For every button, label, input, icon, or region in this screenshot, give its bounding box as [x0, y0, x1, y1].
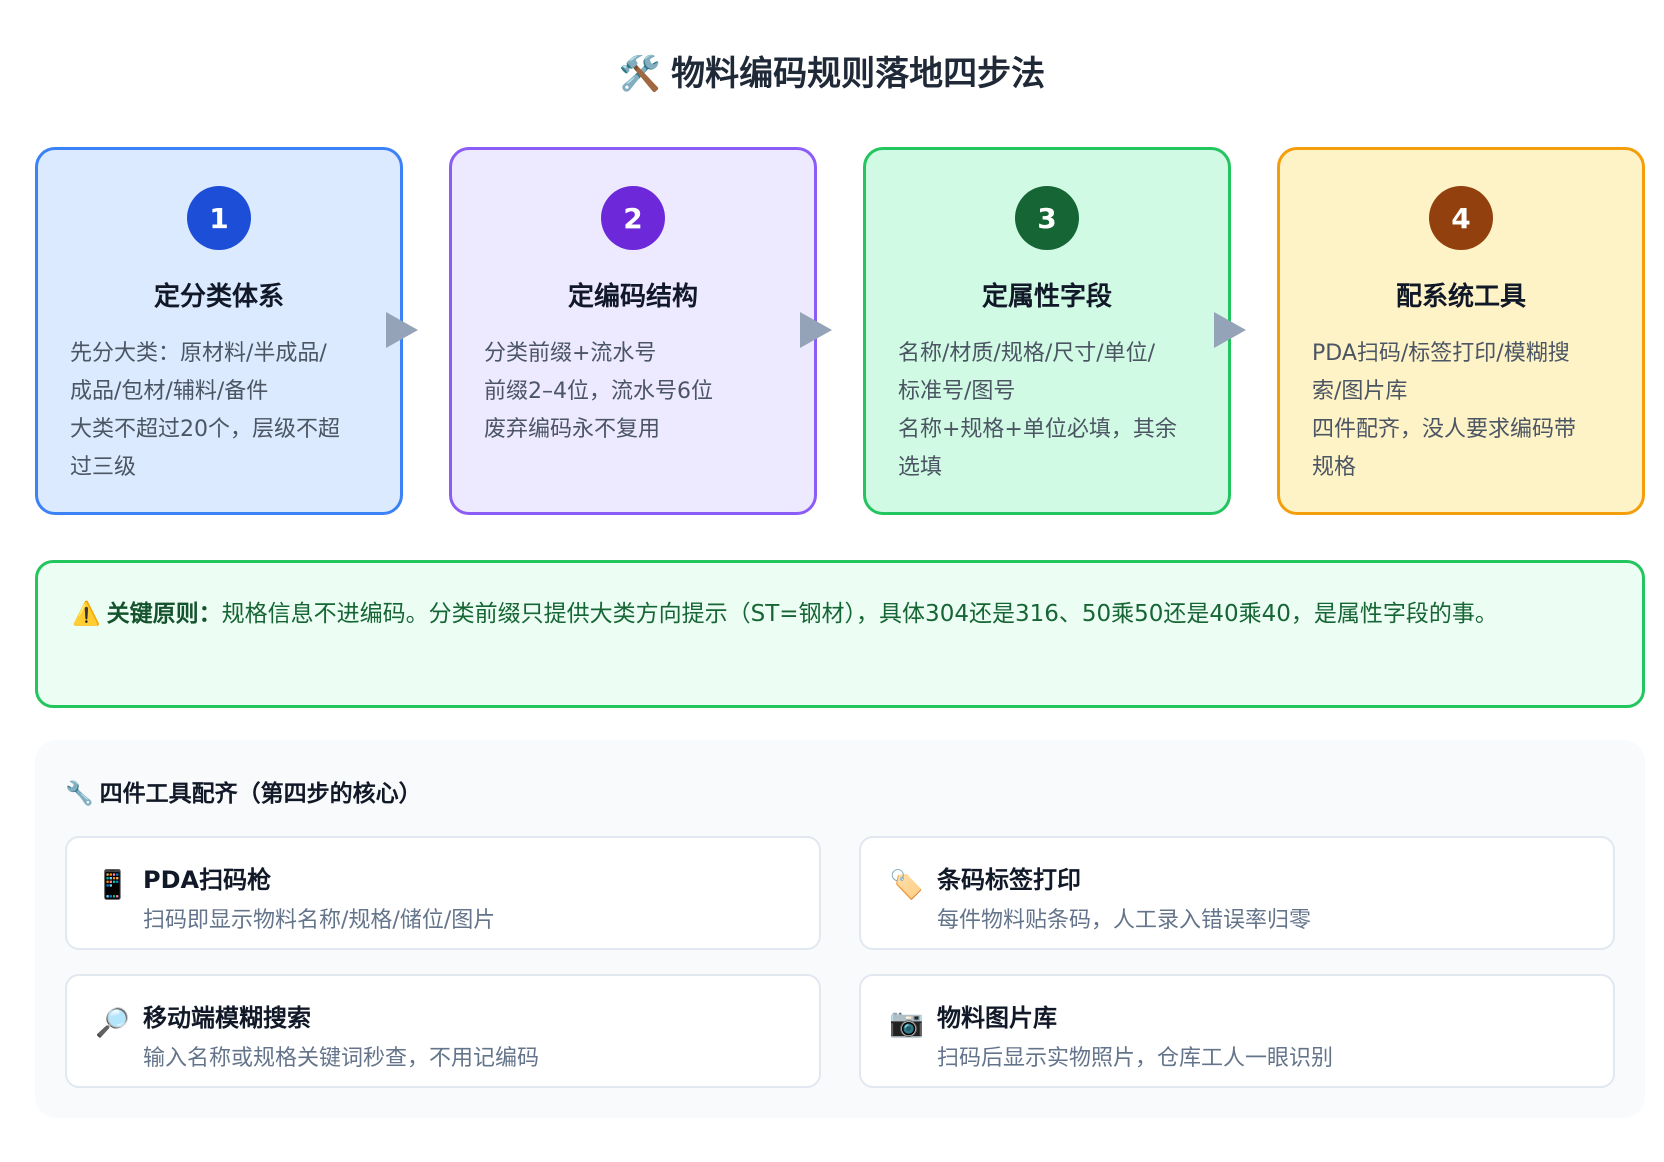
- tools-panel-title: 🔧 四件工具配齐（第四步的核心）: [65, 774, 422, 808]
- step-title: 定属性字段: [981, 282, 1112, 312]
- step-line: 前缀2–4位，流水号6位: [484, 379, 713, 404]
- tool-card-image-library: 📷 物料图片库 扫码后显示实物照片，仓库工人一眼识别: [859, 974, 1615, 1088]
- key-principle-callout: ⚠️ 关键原则：规格信息不进编码。分类前缀只提供大类方向提示（ST=钢材），具体3…: [35, 560, 1645, 708]
- step-line: 先分大类：原材料/半成品/: [70, 341, 327, 366]
- tool-card-pda: 📱 PDA扫码枪 扫码即显示物料名称/规格/储位/图片: [65, 836, 821, 950]
- key-principle-label: 关键原则：: [106, 601, 222, 627]
- step-card-4: 4 配系统工具 PDA扫码/标签打印/模糊搜 索/图片库 四件配齐，没人要求编码…: [1277, 147, 1645, 515]
- tool-name: 物料图片库: [937, 1004, 1057, 1032]
- step-line: 标准号/图号: [898, 379, 1016, 404]
- step-card-3: 3 定属性字段 名称/材质/规格/尺寸/单位/ 标准号/图号 名称+规格+单位必…: [863, 147, 1231, 515]
- step-body: 先分大类：原材料/半成品/ 成品/包材/辅料/备件 大类不超过20个，层级不超 …: [70, 335, 368, 487]
- label-tag-icon: 🏷️: [889, 868, 924, 901]
- magnifier-icon: 🔎: [95, 1006, 130, 1039]
- step-title: 配系统工具: [1395, 282, 1526, 312]
- page-title-text: 物料编码规则落地四步法: [671, 54, 1046, 94]
- step-line: 过三级: [70, 455, 137, 480]
- tool-desc: 输入名称或规格关键词秒查，不用记编码: [143, 1046, 540, 1071]
- tool-name: 条码标签打印: [937, 866, 1081, 894]
- tool-name: PDA扫码枪: [143, 866, 272, 894]
- tools-panel: 🔧 四件工具配齐（第四步的核心） 📱 PDA扫码枪 扫码即显示物料名称/规格/储位…: [35, 740, 1645, 1118]
- step-line: PDA扫码/标签打印/模糊搜: [1312, 341, 1570, 366]
- step-number-badge: 3: [1015, 186, 1079, 250]
- arrow-right-icon: [800, 312, 832, 348]
- tool-card-label-print: 🏷️ 条码标签打印 每件物料贴条码，人工录入错误率归零: [859, 836, 1615, 950]
- page: 🛠️ 物料编码规则落地四步法 1 定分类体系 先分大类：原材料/半成品/ 成品/包…: [0, 0, 1664, 1162]
- tool-desc: 每件物料贴条码，人工录入错误率归零: [937, 908, 1312, 933]
- arrow-right-icon: [386, 312, 418, 348]
- tool-card-fuzzy-search: 🔎 移动端模糊搜索 输入名称或规格关键词秒查，不用记编码: [65, 974, 821, 1088]
- step-card-1: 1 定分类体系 先分大类：原材料/半成品/ 成品/包材/辅料/备件 大类不超过2…: [35, 147, 403, 515]
- mobile-phone-icon: 📱: [95, 868, 130, 901]
- step-body: 分类前缀+流水号 前缀2–4位，流水号6位 废弃编码永不复用: [484, 335, 782, 449]
- step-line: 废弃编码永不复用: [484, 417, 661, 442]
- step-line: 选填: [898, 455, 943, 480]
- camera-icon: 📷: [889, 1006, 924, 1039]
- page-title: 🛠️ 物料编码规则落地四步法: [0, 46, 1664, 95]
- step-body: PDA扫码/标签打印/模糊搜 索/图片库 四件配齐，没人要求编码带 规格: [1312, 335, 1610, 487]
- arrow-right-icon: [1214, 312, 1246, 348]
- step-line: 四件配齐，没人要求编码带: [1312, 417, 1577, 442]
- step-line: 大类不超过20个，层级不超: [70, 417, 340, 442]
- step-number-badge: 1: [187, 186, 251, 250]
- tool-desc: 扫码即显示物料名称/规格/储位/图片: [143, 908, 496, 933]
- step-line: 规格: [1312, 455, 1357, 480]
- tool-desc: 扫码后显示实物照片，仓库工人一眼识别: [937, 1046, 1334, 1071]
- step-line: 分类前缀+流水号: [484, 341, 657, 366]
- step-title: 定分类体系: [153, 282, 284, 312]
- key-principle-text: 规格信息不进编码。分类前缀只提供大类方向提示（ST=钢材），具体304还是316…: [221, 601, 1498, 627]
- step-card-2: 2 定编码结构 分类前缀+流水号 前缀2–4位，流水号6位 废弃编码永不复用: [449, 147, 817, 515]
- step-body: 名称/材质/规格/尺寸/单位/ 标准号/图号 名称+规格+单位必填，其余 选填: [898, 335, 1196, 487]
- steps-flow: 1 定分类体系 先分大类：原材料/半成品/ 成品/包材/辅料/备件 大类不超过2…: [35, 147, 1645, 519]
- step-line: 成品/包材/辅料/备件: [70, 379, 269, 404]
- tools-icon: 🛠️: [618, 54, 662, 94]
- step-number-badge: 2: [601, 186, 665, 250]
- step-title: 定编码结构: [567, 282, 698, 312]
- step-line: 名称+规格+单位必填，其余: [898, 417, 1177, 442]
- step-line: 索/图片库: [1312, 379, 1408, 404]
- tool-name: 移动端模糊搜索: [143, 1004, 311, 1032]
- tools-panel-title-text: 四件工具配齐（第四步的核心）: [99, 781, 422, 807]
- step-line: 名称/材质/规格/尺寸/单位/: [898, 341, 1156, 366]
- wrench-icon: 🔧: [65, 781, 94, 807]
- step-number-badge: 4: [1429, 186, 1493, 250]
- warning-icon: ⚠️: [72, 601, 101, 627]
